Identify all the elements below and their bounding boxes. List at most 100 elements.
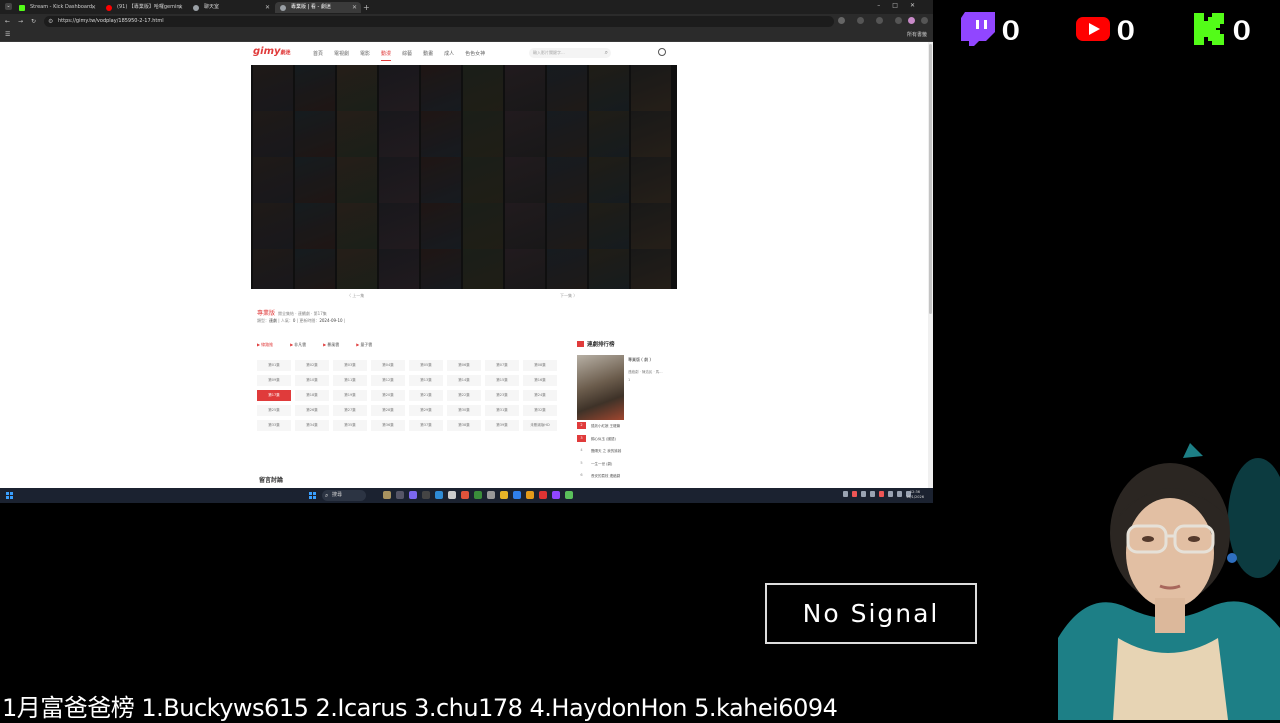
close-icon[interactable]: ✕ (91, 2, 96, 13)
app-icon[interactable] (448, 491, 456, 499)
app-icon[interactable] (526, 491, 534, 499)
episode-button[interactable]: 第24集 (523, 390, 557, 401)
episode-button[interactable]: 第34集 (295, 420, 329, 431)
system-tray[interactable] (843, 491, 911, 497)
next-episode-link[interactable]: 下一集 〉 (560, 293, 577, 299)
episode-button[interactable]: 第06集 (447, 360, 481, 371)
episode-button[interactable]: 第02集 (295, 360, 329, 371)
prev-episode-link[interactable]: 〈 上一集 (347, 293, 364, 299)
app-icon[interactable] (513, 491, 521, 499)
tab-kick-dashboard[interactable]: Stream - Kick Dashboard ✕ (14, 2, 100, 13)
episode-button[interactable]: 第09集 (257, 375, 291, 386)
episode-button[interactable]: 第31集 (485, 405, 519, 416)
episode-button[interactable]: 第17集 (257, 390, 291, 401)
episode-button[interactable]: 第28集 (371, 405, 405, 416)
download-icon[interactable] (876, 17, 883, 24)
windows-start-icon[interactable] (6, 492, 14, 499)
site-nav-item[interactable]: 綜藝 (402, 50, 412, 61)
episode-button[interactable]: 第25集 (257, 405, 291, 416)
episode-button[interactable]: 第26集 (295, 405, 329, 416)
app-icon[interactable] (383, 491, 391, 499)
tab-chat[interactable]: 聊天室 ✕ (188, 2, 274, 13)
episode-button[interactable]: 第15集 (485, 375, 519, 386)
episode-button[interactable]: 第03集 (333, 360, 367, 371)
close-icon[interactable]: ✕ (265, 2, 270, 13)
app-icon[interactable] (435, 491, 443, 499)
extensions-icon[interactable] (857, 17, 864, 24)
app-icon[interactable] (409, 491, 417, 499)
new-tab-button[interactable]: + (363, 2, 370, 13)
episode-button[interactable]: 第32集 (523, 405, 557, 416)
episode-button[interactable]: 第19集 (333, 390, 367, 401)
site-nav-item[interactable]: 首頁 (313, 50, 323, 61)
close-icon[interactable]: ✕ (352, 2, 357, 13)
app-icon[interactable] (487, 491, 495, 499)
episode-button[interactable]: 第22集 (447, 390, 481, 401)
close-icon[interactable]: ✕ (178, 2, 183, 13)
ranking-item[interactable]: 3 錦心似玉 (國語) (577, 434, 621, 448)
episode-button[interactable]: 第20集 (371, 390, 405, 401)
episode-button[interactable]: 第01集 (257, 360, 291, 371)
app-icon[interactable] (461, 491, 469, 499)
episode-button[interactable]: 第12集 (371, 375, 405, 386)
episode-button[interactable]: 第14集 (447, 375, 481, 386)
site-nav-item[interactable]: 色色女神 (465, 50, 485, 61)
episode-button[interactable]: 第10集 (295, 375, 329, 386)
scrollbar-thumb[interactable] (929, 44, 932, 314)
site-nav-item[interactable]: 動漫 (381, 50, 392, 61)
app-icon[interactable] (422, 491, 430, 499)
site-nav-item[interactable]: 動畫 (423, 50, 433, 61)
chrome-icon[interactable] (474, 491, 482, 499)
history-icon[interactable] (658, 48, 666, 56)
forward-arrow-icon[interactable]: → (18, 18, 23, 25)
tab-gimy[interactable]: 專業版 | 看 - 劇迷 ✕ (275, 2, 361, 13)
episode-button[interactable]: 第30集 (447, 405, 481, 416)
site-logo[interactable]: gimy劇迷 (253, 46, 291, 57)
episode-button[interactable]: 第33集 (257, 420, 291, 431)
ranking-item[interactable]: 4 艷陽天 之 我的姊姊 (577, 447, 621, 460)
episode-button[interactable]: 第23集 (485, 390, 519, 401)
episode-button[interactable]: 第08集 (523, 360, 557, 371)
reload-icon[interactable]: ↻ (31, 18, 36, 25)
episode-button[interactable]: 第11集 (333, 375, 367, 386)
source-tab[interactable]: 暴風雲 (323, 342, 339, 348)
site-search-input[interactable]: 輸入影片關鍵字... ⌕ (529, 48, 611, 58)
app-icon[interactable] (565, 491, 573, 499)
site-nav-item[interactable]: 電視劇 (334, 50, 349, 61)
taskbar-search[interactable]: ⌕ 搜尋 (322, 490, 366, 501)
ranking-item[interactable]: 5 一生一世 (劇) (577, 460, 621, 473)
episode-button[interactable]: 第04集 (371, 360, 405, 371)
menu-icon[interactable] (921, 17, 928, 24)
episode-button[interactable]: 未刪減版HD (523, 420, 557, 431)
sidepanel-icon[interactable] (895, 17, 902, 24)
episode-button[interactable]: 第38集 (447, 420, 481, 431)
url-field[interactable]: ⚙ https://gimy.tw/vodplay/185950-2-17.ht… (44, 16, 834, 27)
site-nav-item[interactable]: 電影 (360, 50, 370, 61)
folder-icon[interactable] (500, 491, 508, 499)
site-nav-item[interactable]: 成人 (444, 50, 454, 61)
tab-youtube[interactable]: (91) 【專業版】哈囉gemini ✕ (101, 2, 187, 13)
ranking-item[interactable]: 2 狐妖小紅娘 王權篇 (577, 422, 621, 435)
all-bookmarks-button[interactable]: 所有書籤 (907, 31, 927, 38)
episode-button[interactable]: 第13集 (409, 375, 443, 386)
source-tab[interactable]: 量子雲 (356, 342, 372, 348)
back-arrow-icon[interactable]: ← (5, 18, 10, 25)
page-scrollbar[interactable] (928, 42, 933, 488)
source-tab[interactable]: 線路推 (257, 342, 273, 348)
episode-button[interactable]: 第05集 (409, 360, 443, 371)
episode-button[interactable]: 第21集 (409, 390, 443, 401)
star-icon[interactable] (838, 17, 845, 24)
video-player[interactable] (251, 65, 677, 289)
ranking-item[interactable]: 6 長安的荔枝 連續劇 (577, 472, 621, 485)
source-tab[interactable]: 非凡雲 (290, 342, 306, 348)
start-button[interactable] (309, 492, 317, 499)
tab-search-button[interactable]: ⌄ (5, 3, 12, 10)
app-icon[interactable] (552, 491, 560, 499)
ranking-top-title[interactable]: 專業版 ( 劇 ) (628, 357, 651, 363)
episode-button[interactable]: 第37集 (409, 420, 443, 431)
search-icon[interactable]: ⌕ (605, 48, 608, 58)
app-icon[interactable] (539, 491, 547, 499)
episode-button[interactable]: 第18集 (295, 390, 329, 401)
taskbar-clock[interactable]: 12:36 16/1/2026 (906, 490, 924, 500)
episode-button[interactable]: 第16集 (523, 375, 557, 386)
